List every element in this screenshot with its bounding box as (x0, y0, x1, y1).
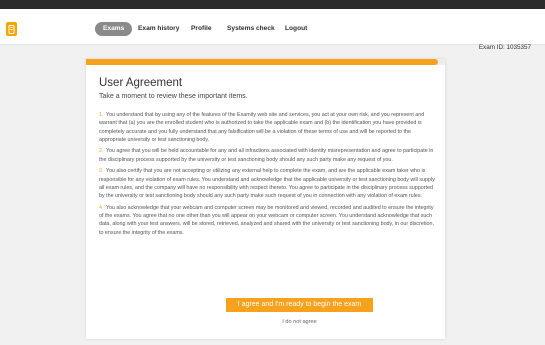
nav-tab-exam-history[interactable]: Exam history (138, 22, 179, 36)
agreement-clause: 2. You agree that you will be held accou… (99, 147, 437, 164)
progress-bar (86, 59, 445, 65)
logo-wordmark (24, 23, 86, 32)
exam-id-label: Exam ID: 1035357 (478, 44, 531, 51)
clause-number: 2. (99, 148, 104, 155)
agreement-clause: 1. You understand that by using any of t… (99, 111, 437, 144)
page-subtitle: Take a moment to review these important … (99, 93, 248, 100)
examity-logo-icon[interactable] (6, 22, 17, 36)
clause-number: 1. (99, 112, 104, 118)
agreement-clause: 4. You also acknowledge that your webcam… (99, 204, 437, 237)
nav-tab-systems-check[interactable]: Systems check (227, 22, 275, 36)
agreement-clause: 3. You also certify that you are not acc… (99, 167, 437, 200)
top-navigation-bar: Exams Exam history Profile Systems check… (0, 9, 545, 45)
clause-text: You understand that by using any of the … (99, 112, 425, 143)
clause-text: You also acknowledge that your webcam an… (99, 204, 434, 236)
clause-number: 3. (99, 168, 104, 175)
clause-text: You also certify that you are not accept… (99, 168, 435, 200)
page-title: User Agreement (99, 77, 183, 89)
nav-tab-profile[interactable]: Profile (191, 22, 212, 36)
nav-tab-logout[interactable]: Logout (285, 22, 307, 36)
user-agreement-card: User Agreement Take a moment to review t… (86, 59, 445, 339)
progress-bar-fill (86, 59, 438, 65)
disagree-link[interactable]: I do not agree (226, 318, 373, 326)
agreement-clauses: 1. You understand that by using any of t… (99, 111, 437, 240)
clause-text: You agree that you will be held accounta… (99, 148, 434, 163)
nav-tab-exams[interactable]: Exams (95, 22, 133, 36)
agree-button[interactable]: I agree and I'm ready to begin the exam (226, 298, 373, 312)
window-top-strip (0, 0, 545, 9)
clause-number: 4. (99, 204, 104, 211)
